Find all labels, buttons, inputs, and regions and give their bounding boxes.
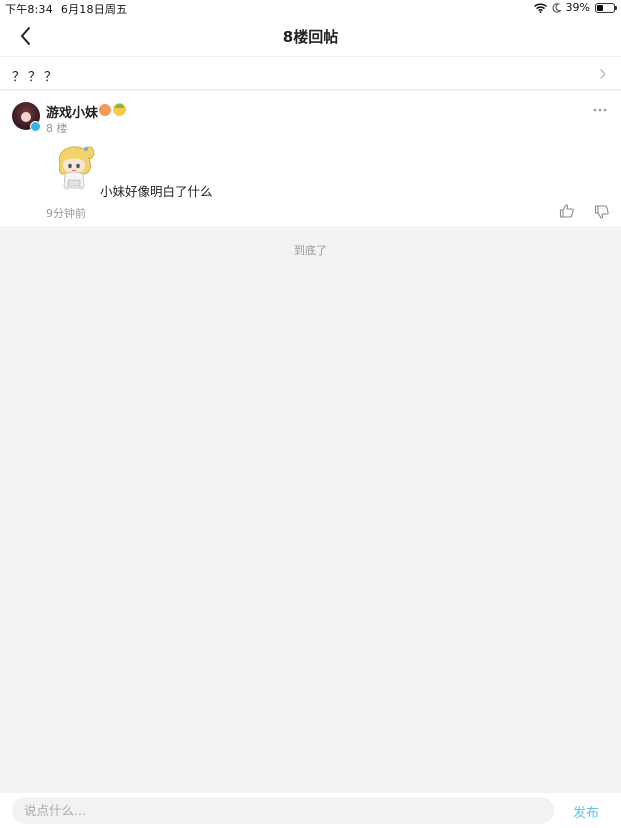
anime-girl-sticker — [58, 146, 95, 190]
comment-input[interactable] — [12, 797, 554, 824]
original-thread-link[interactable]: ？？？ — [0, 56, 621, 90]
nav-bar: 8楼回帖 — [0, 16, 621, 56]
username[interactable]: 游戏小妹 — [46, 102, 98, 121]
status-right: 39% — [533, 1, 617, 14]
end-of-list-label: 到底了 — [294, 244, 327, 257]
moon-icon — [552, 2, 561, 13]
reply-content: 小妹好像明白了什么 — [100, 184, 213, 199]
avatar-face — [21, 112, 31, 122]
comment-bar: 发布 — [0, 793, 621, 828]
status-left: 下午8:34 6月18日周五 — [5, 1, 127, 17]
thumbs-up-icon[interactable] — [559, 203, 575, 219]
thumbs-down-icon[interactable] — [594, 204, 610, 220]
publish-button[interactable]: 发布 — [573, 802, 599, 821]
reply-post: 游戏小妹 8 楼 小妹好像明白了什么 9分钟前 — [0, 91, 621, 226]
page-title: 8楼回帖 — [282, 28, 339, 46]
wifi-icon — [533, 2, 547, 13]
verified-badge-icon — [30, 121, 41, 132]
status-time: 下午8:34 — [5, 3, 53, 16]
battery-percent: 39% — [565, 1, 590, 14]
level-badge-icon — [99, 104, 111, 116]
battery-level — [597, 4, 603, 11]
battery-icon — [595, 2, 617, 13]
chevron-right-icon — [600, 69, 606, 79]
post-timestamp: 9分钟前 — [46, 207, 86, 220]
floor-number: 8 楼 — [46, 122, 68, 135]
thread-title: ？？？ — [12, 70, 61, 85]
status-bar: 下午8:34 6月18日周五 39% — [0, 0, 621, 16]
more-options-icon[interactable] — [592, 103, 608, 117]
character-badge-icon — [113, 103, 126, 116]
status-date: 6月18日周五 — [60, 3, 128, 16]
